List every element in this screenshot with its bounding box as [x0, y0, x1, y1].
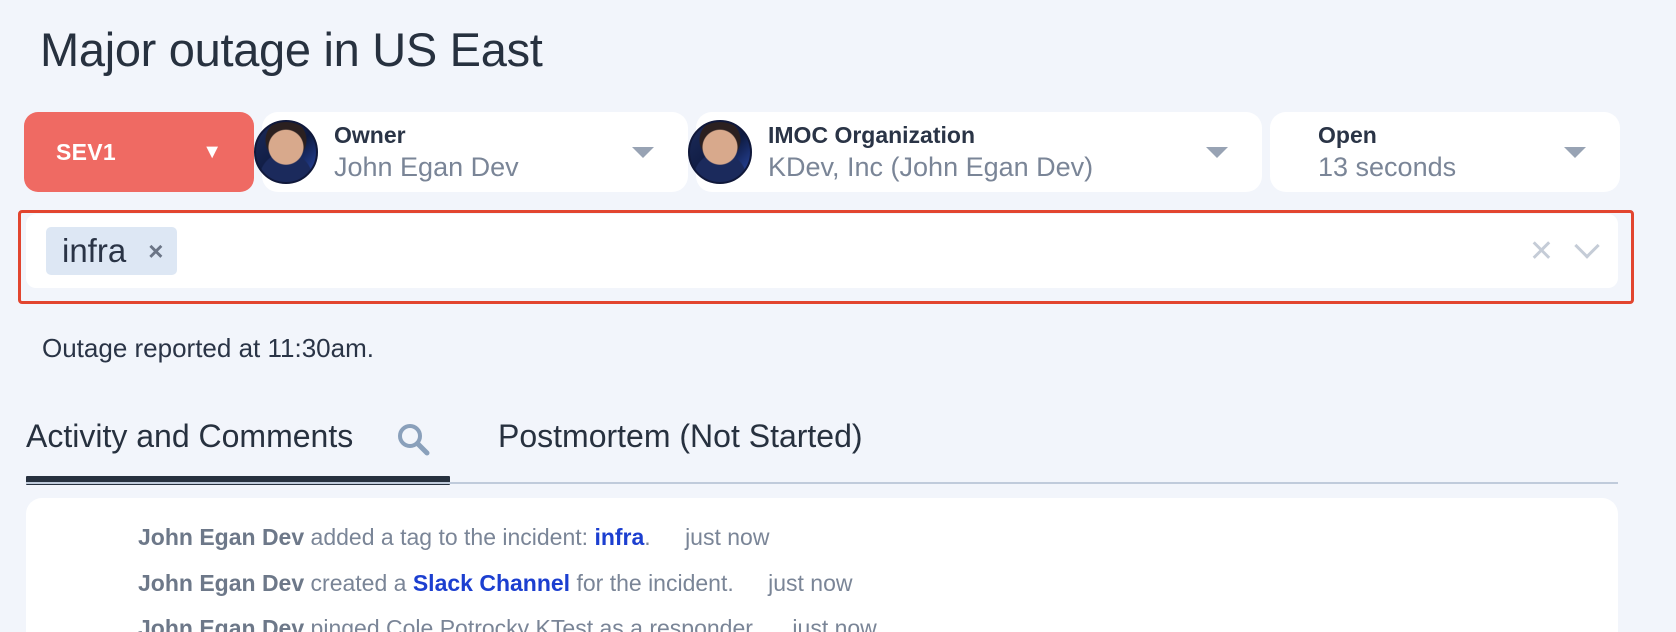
activity-item: John Egan Dev pinged Cole Potrocky KTest… [138, 615, 877, 632]
tab-postmortem[interactable]: Postmortem (Not Started) [498, 418, 863, 455]
owner-value: John Egan Dev [334, 152, 519, 182]
activity-text: added a tag to the incident: [310, 524, 589, 550]
imoc-avatar [688, 120, 752, 184]
tab-label: Postmortem (Not Started) [498, 418, 863, 454]
activity-feed: John Egan Dev added a tag to the inciden… [26, 498, 1618, 632]
severity-label: SEV1 [56, 138, 117, 165]
imoc-label: IMOC Organization [768, 122, 975, 148]
imoc-selector[interactable]: IMOC Organization KDev, Inc (John Egan D… [688, 112, 1262, 192]
severity-dropdown[interactable]: SEV1 ▼ [24, 112, 254, 192]
tab-activity-and-comments[interactable]: Activity and Comments [26, 418, 450, 485]
tag-input[interactable]: infra × ✕ [26, 214, 1618, 288]
tab-bar: Activity and Comments Postmortem (Not St… [26, 418, 1618, 485]
incident-page: Major outage in US East SEV1 ▼ Owner Joh… [0, 0, 1676, 632]
activity-text: created a [310, 570, 407, 596]
owner-label: Owner [334, 122, 406, 148]
remove-tag-icon[interactable]: × [148, 236, 163, 267]
tag-chip: infra × [46, 227, 178, 275]
activity-item: John Egan Dev created a Slack Channel fo… [138, 570, 853, 597]
activity-time: just now [685, 524, 770, 550]
activity-time: just now [792, 615, 877, 632]
search-icon[interactable] [396, 422, 430, 456]
activity-text-post: for the incident. [576, 570, 734, 596]
page-title: Major outage in US East [40, 23, 543, 76]
activity-text-post: . [644, 524, 651, 550]
activity-actor: John Egan Dev [138, 524, 305, 550]
chevron-down-icon[interactable] [1574, 233, 1600, 259]
owner-avatar [254, 120, 318, 184]
tab-divider [26, 482, 1618, 484]
activity-link[interactable]: Slack Channel [413, 570, 570, 596]
owner-text: Owner John Egan Dev [334, 120, 632, 184]
status-duration: 13 seconds [1318, 152, 1457, 182]
status-label: Open [1318, 122, 1377, 148]
caret-down-icon: ▼ [202, 140, 222, 163]
chevron-down-icon[interactable] [1206, 146, 1228, 158]
activity-actor: John Egan Dev [138, 570, 305, 596]
activity-link[interactable]: infra [594, 524, 644, 550]
activity-time: just now [768, 570, 853, 596]
tag-chip-label: infra [62, 232, 127, 269]
status-text: Open 13 seconds [1318, 120, 1564, 184]
incident-description: Outage reported at 11:30am. [42, 333, 374, 363]
activity-actor: John Egan Dev [138, 615, 305, 632]
chevron-down-icon[interactable] [632, 146, 654, 158]
chevron-down-icon[interactable] [1564, 146, 1586, 158]
tag-input-controls: ✕ [1529, 233, 1604, 269]
owner-selector[interactable]: Owner John Egan Dev [254, 112, 688, 192]
status-selector[interactable]: Open 13 seconds [1270, 112, 1620, 192]
clear-icon[interactable]: ✕ [1529, 234, 1554, 269]
imoc-value: KDev, Inc (John Egan Dev) [768, 152, 1094, 182]
tab-label: Activity and Comments [26, 418, 354, 454]
imoc-text: IMOC Organization KDev, Inc (John Egan D… [768, 120, 1206, 184]
activity-item: John Egan Dev added a tag to the inciden… [138, 524, 769, 551]
activity-text: pinged Cole Potrocky KTest as a responde… [310, 615, 759, 632]
